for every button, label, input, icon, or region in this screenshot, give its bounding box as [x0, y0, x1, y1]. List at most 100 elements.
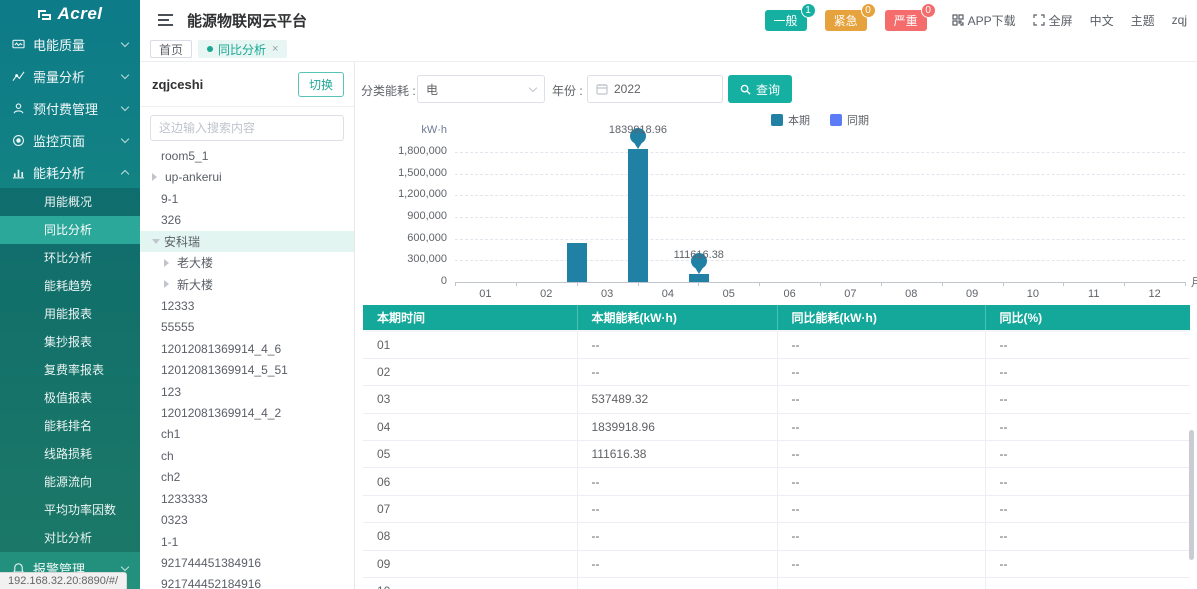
query-button[interactable]: 查询	[728, 75, 792, 103]
submenu-item-用能概况[interactable]: 用能概况	[0, 188, 140, 216]
tree-item-12012081369914_4_6[interactable]: 12012081369914_4_6	[140, 338, 354, 359]
tree-item-12333[interactable]: 12333	[140, 295, 354, 316]
submenu-item-对比分析[interactable]: 对比分析	[0, 524, 140, 552]
tree-item-老大楼[interactable]: 老大楼	[140, 252, 354, 273]
tree-item-921744452184916[interactable]: 921744452184916	[140, 574, 354, 589]
alarm-chip-严重[interactable]: 严重0	[885, 10, 927, 31]
submenu-item-能耗排名[interactable]: 能耗排名	[0, 412, 140, 440]
submenu-item-复费率报表[interactable]: 复费率报表	[0, 356, 140, 384]
fullscreen-icon	[1033, 14, 1045, 26]
tree-item-12012081369914_5_51[interactable]: 12012081369914_5_51	[140, 359, 354, 380]
tree-item-921744451384916[interactable]: 921744451384916	[140, 552, 354, 573]
tree-item-123[interactable]: 123	[140, 381, 354, 402]
submenu-item-同比分析[interactable]: 同比分析	[0, 216, 140, 244]
chevron-down-icon	[121, 562, 129, 570]
submenu-item-用能报表[interactable]: 用能报表	[0, 300, 140, 328]
sidebar-item-需量分析[interactable]: 需量分析	[0, 60, 140, 92]
table-row: 02------	[363, 358, 1190, 385]
collapse-menu-icon[interactable]	[158, 14, 173, 26]
energy-icon	[12, 166, 25, 179]
browser-status-url: 192.168.32.20:8890/#/	[0, 572, 127, 589]
tree-collapsed-arrow-icon[interactable]	[152, 173, 161, 181]
tree-item-新大楼[interactable]: 新大楼	[140, 274, 354, 295]
tree-search-input[interactable]	[150, 115, 344, 141]
submenu-item-平均功率因数[interactable]: 平均功率因数	[0, 496, 140, 524]
sidebar-item-监控页面[interactable]: 监控页面	[0, 124, 140, 156]
submenu-item-能耗趋势[interactable]: 能耗趋势	[0, 272, 140, 300]
submenu-item-线路损耗[interactable]: 线路损耗	[0, 440, 140, 468]
category-select[interactable]: 电	[417, 75, 545, 103]
submenu-item-环比分析[interactable]: 环比分析	[0, 244, 140, 272]
brand-logo: Acrel	[0, 0, 140, 28]
switch-project-button[interactable]: 切换	[298, 72, 344, 97]
topbar: 能源物联网云平台 一般1紧急0严重0 APP下载 全屏 中文 主题 zqj	[140, 0, 1197, 40]
table-cell: --	[985, 550, 1190, 577]
y-tick-label: 1,200,000	[355, 188, 447, 200]
app-download-link[interactable]: APP下载	[952, 12, 1016, 29]
table-cell: --	[985, 523, 1190, 550]
tree-item-ch2[interactable]: ch2	[140, 467, 354, 488]
alarm-count-badge: 1	[801, 3, 816, 18]
data-point-label: 111616.38	[674, 249, 724, 261]
tree-collapsed-arrow-icon[interactable]	[164, 280, 173, 288]
table-cell: --	[777, 358, 985, 385]
sidebar-item-能耗分析[interactable]: 能耗分析	[0, 156, 140, 188]
x-tick-label: 07	[830, 288, 870, 300]
sidebar-item-电能质量[interactable]: 电能质量	[0, 28, 140, 60]
legend-item-同期[interactable]: 同期	[830, 112, 869, 128]
submenu-item-极值报表[interactable]: 极值报表	[0, 384, 140, 412]
alarm-chips: 一般1 紧急0 严重0	[765, 10, 927, 31]
language-switch[interactable]: 中文	[1090, 12, 1114, 29]
tab-首页[interactable]: 首页	[150, 40, 192, 58]
close-tab-icon[interactable]: ×	[272, 43, 278, 55]
tree-item-安科瑞[interactable]: 安科瑞	[140, 231, 354, 252]
table-cell: --	[985, 386, 1190, 413]
theme-switch[interactable]: 主题	[1131, 12, 1155, 29]
tree-item-1-1[interactable]: 1-1	[140, 531, 354, 552]
tree-item-up-ankerui[interactable]: up-ankerui	[140, 166, 354, 187]
user-menu[interactable]: zqj	[1172, 13, 1187, 27]
table-cell: 08	[363, 523, 577, 550]
tab-label: 首页	[159, 41, 183, 58]
submenu-能耗分析: 用能概况同比分析环比分析能耗趋势用能报表集抄报表复费率报表极值报表能耗排名线路损…	[0, 188, 140, 552]
year-picker[interactable]: 2022	[587, 75, 723, 103]
table-cell: 537489.32	[577, 386, 777, 413]
tree-item-9-1[interactable]: 9-1	[140, 188, 354, 209]
meter-icon	[12, 38, 25, 51]
x-tick-label: 06	[770, 288, 810, 300]
tree-item-326[interactable]: 326	[140, 209, 354, 230]
language-label: 中文	[1090, 12, 1114, 29]
table-cell: 01	[363, 331, 577, 358]
chart-legend: 本期 同期	[455, 112, 1185, 128]
tree-item-label: 12012081369914_4_6	[161, 342, 281, 356]
table-cell: --	[777, 468, 985, 495]
submenu-item-集抄报表[interactable]: 集抄报表	[0, 328, 140, 356]
tree-collapsed-arrow-icon[interactable]	[164, 259, 173, 267]
tree-item-label: 55555	[161, 320, 194, 334]
tree-item-55555[interactable]: 55555	[140, 317, 354, 338]
alarm-chip-紧急[interactable]: 紧急0	[825, 10, 867, 31]
y-tick-label: 1,500,000	[355, 167, 447, 179]
username: zqj	[1172, 13, 1187, 27]
tree-item-ch[interactable]: ch	[140, 445, 354, 466]
table-cell: --	[985, 441, 1190, 468]
sidebar-item-预付费管理[interactable]: 预付费管理	[0, 92, 140, 124]
table-scrollbar[interactable]	[1189, 430, 1194, 560]
tree-expanded-arrow-icon[interactable]	[152, 239, 160, 248]
alarm-chip-一般[interactable]: 一般1	[765, 10, 807, 31]
x-axis-tick	[820, 282, 821, 286]
legend-item-本期[interactable]: 本期	[771, 112, 810, 128]
submenu-item-能源流向[interactable]: 能源流向	[0, 468, 140, 496]
category-filter-label: 分类能耗 :	[361, 82, 416, 99]
tree-item-room5_1[interactable]: room5_1	[140, 145, 354, 166]
tree-item-12012081369914_4_2[interactable]: 12012081369914_4_2	[140, 402, 354, 423]
result-table-wrap: 本期时间 本期能耗(kW·h) 同比能耗(kW·h) 同比(%) 01-----…	[363, 305, 1190, 589]
sidebar-item-label: 预付费管理	[33, 99, 98, 118]
main-content: 分类能耗 : 电 年份 : 2022 查询 本期同期 kW·h 1839918.…	[355, 62, 1197, 589]
tab-同比分析[interactable]: 同比分析×	[198, 40, 287, 58]
tree-item-1233333[interactable]: 1233333	[140, 488, 354, 509]
tree-item-0323[interactable]: 0323	[140, 509, 354, 530]
tree-item-ch1[interactable]: ch1	[140, 424, 354, 445]
fullscreen-link[interactable]: 全屏	[1033, 12, 1073, 29]
alarm-chip-label: 一般	[774, 14, 798, 28]
